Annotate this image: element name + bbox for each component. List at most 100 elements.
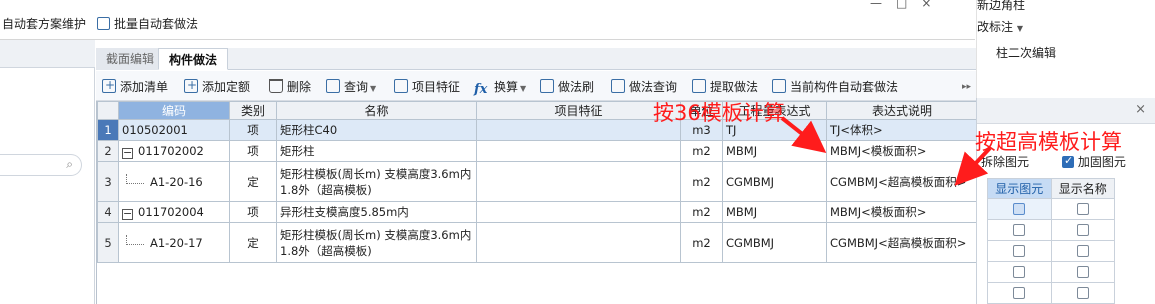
column-secondary-edit-item[interactable]: 柱二次编辑 [996,44,1056,61]
change-label-item[interactable]: 改标注 ▼ [977,18,1023,35]
table-row[interactable]: 2 −011702002 项 矩形柱 m2 MBMJ MBMJ<模板面积> [97,140,978,162]
column-header-show-name[interactable]: 显示名称 [1050,178,1115,199]
method-brush-button[interactable]: 做法刷 [540,78,594,96]
show-name-checkbox[interactable] [1076,266,1089,278]
cell-type[interactable]: 定 [229,222,277,263]
annotation-high-formwork: 按超高模板计算 [975,130,1122,154]
search-icon: ⌕ [66,157,73,171]
cell-code[interactable]: A1-20-16 [118,161,230,202]
left-panel: ⌕ [0,40,95,304]
close-icon[interactable]: × [921,0,945,10]
cell-description[interactable]: CGMBMJ<超高模板面积> [826,161,978,202]
method-query-button[interactable]: 做法查询 [611,78,677,96]
change-label-text: 改标注 [977,20,1014,34]
show-element-checkbox[interactable] [1013,224,1026,236]
cell-name[interactable]: 异形柱支模高度5.85m内 [276,201,477,223]
cell-unit[interactable]: m2 [680,201,723,223]
show-element-checkbox[interactable] [1013,245,1026,257]
cell-code-text: A1-20-16 [150,175,203,189]
add-list-icon [102,76,116,94]
tab-section-edit[interactable]: 截面编辑 [96,48,166,70]
cell-unit[interactable]: m2 [680,161,723,202]
cell-type[interactable]: 定 [229,161,277,202]
delete-button[interactable]: 删除 [269,78,311,96]
cell-feature[interactable] [476,140,681,162]
cell-unit[interactable]: m2 [680,222,723,263]
row-number[interactable]: 5 [97,222,119,263]
cell-code[interactable]: 010502001 [118,119,230,141]
minimize-icon[interactable]: — [870,0,896,10]
add-quota-button[interactable]: 添加定额 [184,76,250,96]
cell-expression[interactable]: MBMJ [722,201,827,223]
trash-icon [269,79,283,93]
method-toolbar: 添加清单 添加定额 删除 查询▼ 项目特征 fx换算▼ 做法刷 做法查询 提取做… [96,71,976,101]
show-name-checkbox[interactable] [1076,245,1089,257]
show-element-checkbox[interactable] [1013,287,1026,299]
search-input[interactable]: ⌕ [0,154,82,176]
cell-feature[interactable] [476,161,681,202]
collapse-toggle-icon[interactable]: − [122,208,133,220]
column-header-name[interactable]: 名称 [276,101,477,120]
column-header-type[interactable]: 类别 [229,101,277,120]
row-number[interactable]: 3 [97,161,119,202]
auto-apply-current-button[interactable]: 当前构件自动套做法 [772,78,898,96]
table-row[interactable]: 1 010502001 项 矩形柱C40 m3 TJ TJ<体积> [97,119,978,141]
cell-type[interactable]: 项 [229,201,277,223]
cell-feature[interactable] [476,119,681,141]
close-icon[interactable]: × [1135,102,1146,117]
maximize-icon[interactable]: □ [896,0,921,10]
add-list-button[interactable]: 添加清单 [102,76,168,96]
query-button[interactable]: 查询 ▼ [326,78,376,96]
cell-name[interactable]: 矩形柱模板(周长m) 支模高度3.6m内 1.8外（超高模板) [276,222,477,263]
column-header-code[interactable]: 编码 [118,101,230,120]
cell-unit[interactable]: m2 [680,140,723,162]
chevron-down-icon: ▼ [520,84,527,93]
item-feature-button[interactable]: 项目特征 [394,78,460,96]
cell-expression[interactable]: MBMJ [722,140,827,162]
cell-code[interactable]: −011702002 [118,140,230,162]
cell-description[interactable]: MBMJ<模板面积> [826,201,978,223]
grid-header-row: 编码 类别 名称 项目特征 单位 工程量表达式 表达式说明 [97,101,978,120]
cell-description[interactable]: MBMJ<模板面积> [826,140,978,162]
table-row[interactable]: 5 A1-20-17 定 矩形柱模板(周长m) 支模高度3.6m内 1.8外（超… [97,222,978,263]
extract-method-button[interactable]: 提取做法 [692,78,758,96]
toolbar-overflow-button[interactable]: ▸▸ [962,78,971,96]
show-element-checkbox[interactable] [1013,266,1026,278]
cell-code[interactable]: A1-20-17 [118,222,230,263]
collapse-toggle-icon[interactable]: − [122,147,133,159]
show-element-checkbox[interactable] [1013,203,1026,215]
auto-scheme-maintenance-button[interactable]: 自动套方案维护 [2,14,86,34]
table-row[interactable]: 4 −011702004 项 异形柱支模高度5.85m内 m2 MBMJ MBM… [97,201,978,223]
cell-expression[interactable]: CGMBMJ [722,222,827,263]
column-header-show-element[interactable]: 显示图元 [987,178,1052,199]
query-label: 查询 [344,80,369,94]
cell-type[interactable]: 项 [229,140,277,162]
query-icon [326,79,340,93]
row-number[interactable]: 4 [97,201,119,223]
cell-name[interactable]: 矩形柱C40 [276,119,477,141]
column-header-feature[interactable]: 项目特征 [476,101,681,120]
cell-code[interactable]: −011702004 [118,201,230,223]
batch-auto-apply-button[interactable]: 批量自动套做法 [97,14,198,34]
right-function-list: 新边角柱 改标注 ▼ 柱二次编辑 [976,0,1155,98]
cell-name[interactable]: 矩形柱模板(周长m) 支模高度3.6m内 1.8外（超高模板) [276,161,477,202]
delete-label: 删除 [287,80,312,94]
show-name-checkbox[interactable] [1076,224,1089,236]
cell-expression[interactable]: CGMBMJ [722,161,827,202]
convert-button[interactable]: fx 换算 ▼ [474,78,527,97]
cell-description[interactable]: CGMBMJ<超高模板面积> [826,222,978,263]
reinforce-element-checkbox[interactable] [1062,154,1074,168]
row-number[interactable]: 2 [97,140,119,162]
row-number[interactable]: 1 [97,119,119,141]
tab-component-method[interactable]: 构件做法 [158,48,229,70]
column-header-description[interactable]: 表达式说明 [826,101,978,120]
new-corner-column-item[interactable]: 新边角柱 [977,0,1025,13]
cell-feature[interactable] [476,201,681,223]
table-row[interactable]: 3 A1-20-16 定 矩形柱模板(周长m) 支模高度3.6m内 1.8外（超… [97,161,978,202]
cell-feature[interactable] [476,222,681,263]
show-name-checkbox[interactable] [1076,287,1089,299]
cell-type[interactable]: 项 [229,119,277,141]
cell-description[interactable]: TJ<体积> [826,119,978,141]
show-name-checkbox[interactable] [1076,203,1089,215]
cell-name[interactable]: 矩形柱 [276,140,477,162]
